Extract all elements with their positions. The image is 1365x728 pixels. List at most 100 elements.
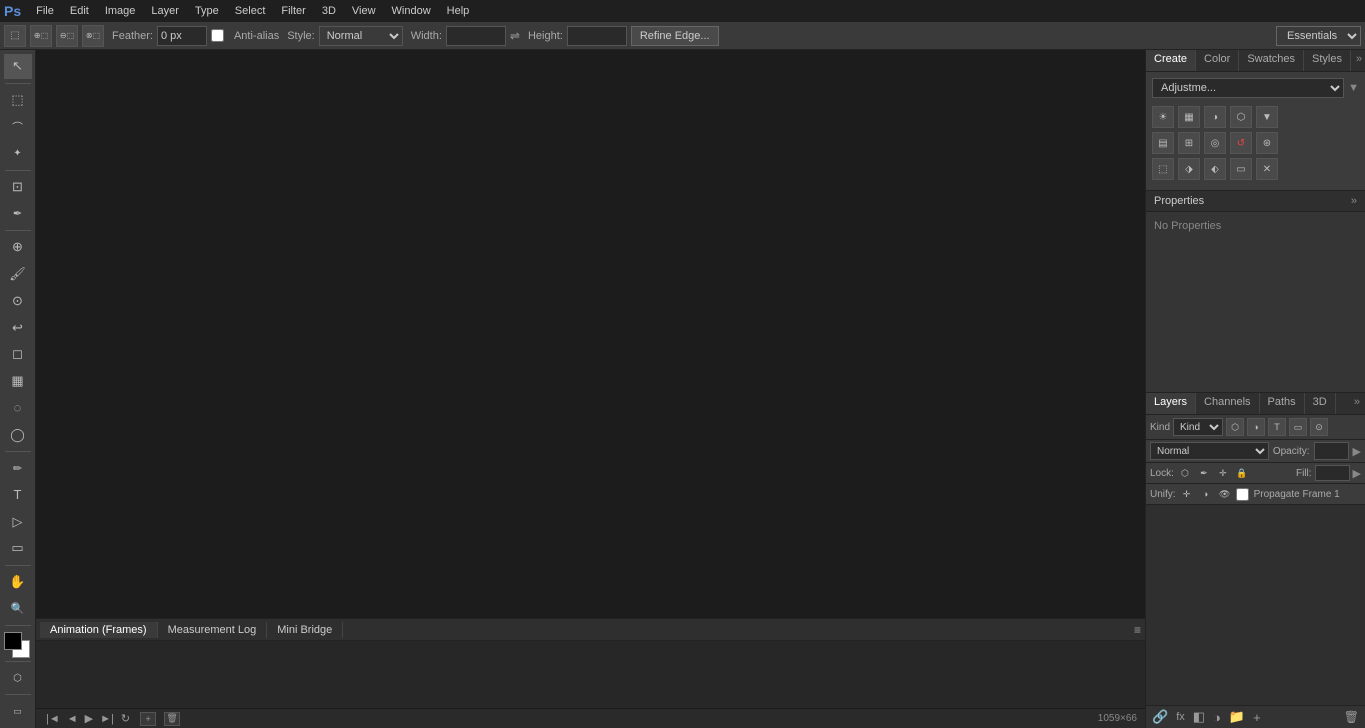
anim-prev-frame[interactable]: ◄ [65,713,80,725]
lock-transparent[interactable]: ⬡ [1177,465,1193,481]
dodge-tool[interactable]: ◯ [4,422,32,447]
tab-swatches[interactable]: Swatches [1239,50,1304,71]
menu-image[interactable]: Image [98,3,143,19]
hand-tool[interactable]: ✋ [4,570,32,595]
height-input[interactable] [567,26,627,46]
move-tool[interactable]: ↖ [4,54,32,79]
anim-next-frame[interactable]: ►| [98,713,116,725]
adj-bw[interactable]: ◎ [1204,132,1226,154]
eyedropper-tool[interactable]: ✒ [4,201,32,226]
adj-threshold[interactable]: ⬖ [1204,158,1226,180]
filter-shape[interactable]: ▭ [1289,418,1307,436]
kind-dropdown[interactable]: Kind [1173,418,1223,436]
filter-smart[interactable]: ⊙ [1310,418,1328,436]
lasso-tool[interactable]: ⌒ [4,114,32,139]
layers-link-btn[interactable]: 🔗 [1152,709,1168,725]
adj-photo-filter[interactable]: ↺ [1230,132,1252,154]
brush-tool[interactable]: 🖌 [4,262,32,287]
adj-selective-color[interactable]: ✕ [1256,158,1278,180]
fill-expand[interactable]: ▶ [1353,467,1361,480]
menu-window[interactable]: Window [385,3,438,19]
adj-gradient-map[interactable]: ▭ [1230,158,1252,180]
marquee-tool[interactable]: ⬚ [4,88,32,113]
unify-position[interactable]: ✛ [1179,486,1195,502]
layers-mask-btn[interactable]: ◧ [1193,709,1205,725]
filter-type[interactable]: T [1268,418,1286,436]
layers-group-btn[interactable]: 📁 [1229,709,1245,725]
workspace-dropdown[interactable]: Essentials Design Painting [1276,26,1361,46]
menu-help[interactable]: Help [440,3,477,19]
gradient-tool[interactable]: ▦ [4,369,32,394]
blur-tool[interactable]: ◌ [4,395,32,420]
path-select[interactable]: ▷ [4,509,32,534]
adj-color-balance[interactable]: ⊞ [1178,132,1200,154]
layers-content[interactable] [1146,505,1365,705]
tab-create[interactable]: Create [1146,50,1196,71]
screen-mode[interactable]: ▭ [4,699,32,724]
toolbar-add-selection[interactable]: ⊕⬚ [30,25,52,47]
layers-new-btn[interactable]: + [1253,710,1261,725]
toolbar-new-selection[interactable]: ⬚ [4,25,26,47]
style-dropdown[interactable]: Normal Fixed Ratio Fixed Size [319,26,403,46]
menu-type[interactable]: Type [188,3,226,19]
pen-tool[interactable]: ✏ [4,456,32,481]
filter-adj[interactable]: ◑ [1247,418,1265,436]
tab-layers[interactable]: Layers [1146,393,1196,414]
anim-delete-frame[interactable]: 🗑 [164,712,180,726]
right-top-collapse[interactable]: » [1351,50,1365,71]
canvas-container[interactable] [36,50,1145,618]
adj-levels[interactable]: ▦ [1178,106,1200,128]
properties-expand[interactable]: » [1351,195,1357,207]
lock-image[interactable]: ✒ [1196,465,1212,481]
anti-alias-checkbox[interactable] [211,29,224,42]
propagate-checkbox[interactable] [1236,488,1249,501]
feather-input[interactable] [157,26,207,46]
menu-view[interactable]: View [345,3,383,19]
layers-adj-btn[interactable]: ◑ [1213,710,1221,725]
tab-color[interactable]: Color [1196,50,1239,71]
unify-visibility[interactable]: 👁 [1217,486,1233,502]
tab-animation-frames[interactable]: Animation (Frames) [40,622,158,638]
adj-brightness[interactable]: ☀ [1152,106,1174,128]
tab-paths[interactable]: Paths [1260,393,1305,414]
layers-panel-menu[interactable]: » [1349,393,1365,414]
healing-tool[interactable]: ⊕ [4,235,32,260]
zoom-tool[interactable]: 🔍 [4,596,32,621]
adj-channel-mixer[interactable]: ⊛ [1256,132,1278,154]
eraser-tool[interactable]: ◻ [4,342,32,367]
layers-fx-btn[interactable]: fx [1176,711,1185,723]
clone-tool[interactable]: ⊙ [4,289,32,314]
layers-delete-btn[interactable]: 🗑 [1344,710,1359,724]
menu-3d[interactable]: 3D [315,3,343,19]
menu-edit[interactable]: Edit [63,3,96,19]
tab-styles[interactable]: Styles [1304,50,1351,71]
menu-layer[interactable]: Layer [144,3,186,19]
width-input[interactable] [446,26,506,46]
fill-input[interactable] [1315,465,1350,481]
adj-invert[interactable]: ⬚ [1152,158,1174,180]
adj-hsl[interactable]: ▤ [1152,132,1174,154]
blend-mode-dropdown[interactable]: Normal Multiply Screen Overlay [1150,442,1269,460]
crop-tool[interactable]: ⊡ [4,175,32,200]
adj-dropdown-arrow[interactable]: ▼ [1348,82,1359,94]
menu-select[interactable]: Select [228,3,273,19]
tab-channels[interactable]: Channels [1196,393,1259,414]
swap-icon[interactable]: ⇌ [510,29,520,43]
tab-measurement-log[interactable]: Measurement Log [158,622,268,638]
tab-3d[interactable]: 3D [1305,393,1336,414]
opacity-input[interactable] [1314,442,1349,460]
anim-play[interactable]: ▶ [83,712,95,725]
history-brush[interactable]: ↩ [4,315,32,340]
anim-add-frame[interactable]: + [140,712,156,726]
fg-color-swatch[interactable] [4,632,22,650]
unify-style[interactable]: ◑ [1198,486,1214,502]
quick-mask-mode[interactable]: ⬡ [4,666,32,691]
refine-edge-button[interactable]: Refine Edge... [631,26,719,46]
lock-all[interactable]: 🔒 [1234,465,1250,481]
adj-exposure[interactable]: ⬡ [1230,106,1252,128]
filter-pixel[interactable]: ⬡ [1226,418,1244,436]
shape-tool[interactable]: ▭ [4,536,32,561]
anim-step-back[interactable]: |◄ [44,713,62,725]
adj-curves[interactable]: ◑ [1204,106,1226,128]
quick-select-tool[interactable]: ✦ [4,141,32,166]
